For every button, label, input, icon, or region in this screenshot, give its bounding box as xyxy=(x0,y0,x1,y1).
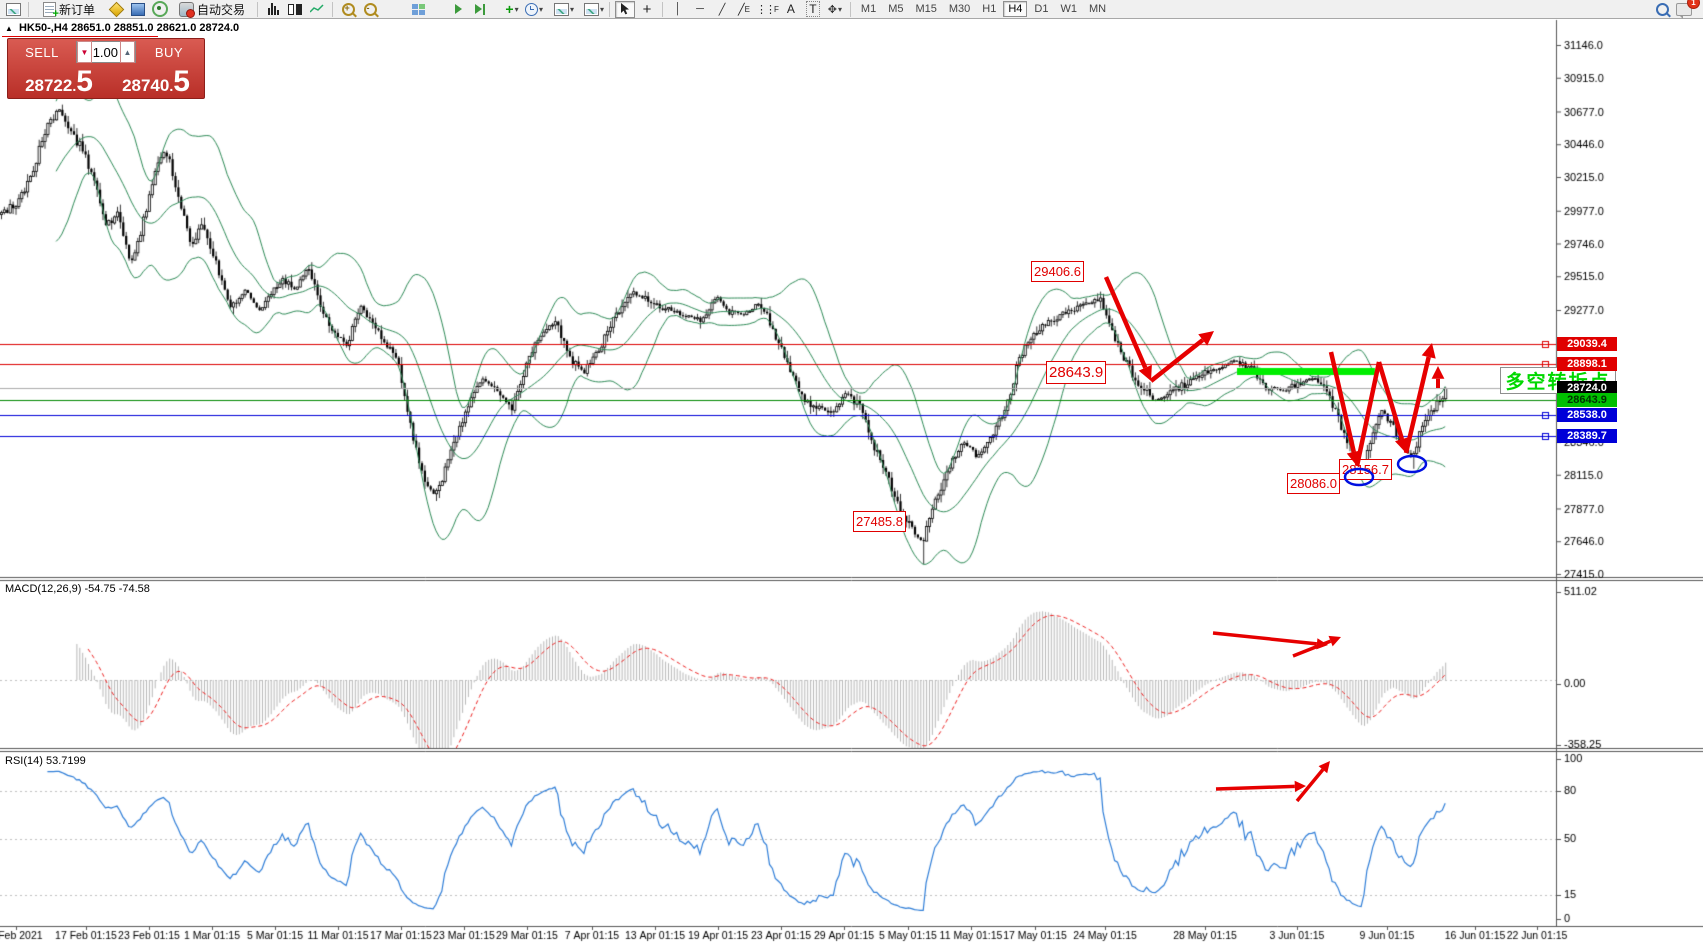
autotrading-button[interactable]: 自动交易 xyxy=(172,1,252,18)
price-badge: 28389.7 xyxy=(1557,429,1617,443)
tab-d1[interactable]: D1 xyxy=(1029,1,1053,17)
volume-input[interactable]: 1.00 xyxy=(92,45,120,60)
search-icon[interactable] xyxy=(1652,1,1672,18)
channel-letter: E xyxy=(745,5,750,14)
price-badge: 28538.0 xyxy=(1557,408,1617,422)
chevron-down-icon: ▾ xyxy=(515,5,519,14)
templates-icon[interactable]: ▾ xyxy=(584,1,604,18)
sell-button[interactable]: SELL xyxy=(8,39,76,65)
buy-price[interactable]: 28740.5 xyxy=(110,65,202,97)
symbol-period-label: HK50-,H4 xyxy=(19,22,68,34)
tab-mn[interactable]: MN xyxy=(1084,1,1111,17)
tab-w1[interactable]: W1 xyxy=(1055,1,1082,17)
bar-chart-icon[interactable] xyxy=(263,1,283,18)
zoom-out-icon[interactable]: - xyxy=(360,1,380,18)
title-underline xyxy=(2,36,158,37)
volume-up-button[interactable]: ▲ xyxy=(120,41,135,63)
data-window-icon[interactable] xyxy=(128,1,148,18)
autotrading-label: 自动交易 xyxy=(197,1,245,18)
fibonacci-tool[interactable]: ⋮⋮F xyxy=(756,1,779,18)
tab-h4[interactable]: H4 xyxy=(1003,1,1027,17)
tab-h1[interactable]: H1 xyxy=(977,1,1001,17)
fibo-letter: F xyxy=(774,5,779,14)
auto-scroll-icon[interactable] xyxy=(448,1,468,18)
tile-windows-icon[interactable] xyxy=(408,1,428,18)
autotrading-icon xyxy=(179,2,194,17)
metaeditor-icon[interactable] xyxy=(106,1,126,18)
toolbar-separator xyxy=(609,2,610,17)
price-annotation-box[interactable]: 28156.7 xyxy=(1339,459,1392,480)
notification-badge: 1 xyxy=(1687,0,1700,9)
sell-price-main: 28722 xyxy=(25,77,72,94)
channel-lines-icon: ╱ xyxy=(738,3,745,16)
collapse-triangle-icon[interactable]: ▲ xyxy=(5,24,13,33)
mt4-window: 29406.6 28643.9 27485.8 28086.028156.7 + 新订… xyxy=(0,0,1703,942)
toolbar-separator xyxy=(850,2,851,17)
line-chart-icon[interactable] xyxy=(307,1,327,18)
tab-m30[interactable]: M30 xyxy=(944,1,975,17)
toolbar-separator xyxy=(28,2,29,17)
new-order-label: 新订单 xyxy=(59,1,95,18)
macd-label: MACD(12,26,9) -54.75 -74.58 xyxy=(5,583,150,595)
candlestick-chart-icon[interactable] xyxy=(285,1,305,18)
buy-button[interactable]: BUY xyxy=(136,39,202,65)
volume-stepper: ▼ 1.00 ▲ xyxy=(76,41,136,63)
chart-title: ▲ HK50-,H4 28651.0 28851.0 28621.0 28724… xyxy=(5,22,239,34)
periods-icon[interactable]: ▾ xyxy=(524,1,544,18)
new-order-icon: + xyxy=(43,2,56,17)
arrows-tool[interactable]: ✥▾ xyxy=(825,1,845,18)
label-letter: T xyxy=(806,1,819,17)
vertical-line-tool[interactable]: │ xyxy=(668,1,688,18)
tab-m5[interactable]: M5 xyxy=(883,1,908,17)
price-annotation-box[interactable]: 28643.9 xyxy=(1046,361,1106,384)
price-annotation-box[interactable]: 29406.6 xyxy=(1031,261,1084,282)
sell-price-pips: 5 xyxy=(76,70,93,94)
price-badge: 28643.9 xyxy=(1557,393,1617,407)
tab-m1[interactable]: M1 xyxy=(856,1,881,17)
horizontal-line-tool[interactable]: ─ xyxy=(690,1,710,18)
text-letter: A xyxy=(787,2,795,16)
price-badge: 28898.1 xyxy=(1557,357,1617,371)
crosshair-tool[interactable]: + xyxy=(637,1,657,18)
signals-icon[interactable] xyxy=(150,1,170,18)
chevron-down-icon: ▾ xyxy=(539,5,543,14)
market-watch-icon[interactable] xyxy=(3,1,23,18)
text-label-tool[interactable]: T xyxy=(803,1,823,18)
chevron-down-icon: ▾ xyxy=(838,5,842,14)
chart-canvas[interactable] xyxy=(0,0,1703,942)
trendline-tool[interactable]: ╱ xyxy=(712,1,732,18)
top-toolbar: + 新订单 自动交易 + - +▾ ▾ ▾ ▾ + │ ─ ╱ ╱E ⋮⋮F A xyxy=(0,0,1703,19)
buy-price-pips: 5 xyxy=(173,70,190,94)
rsi-label: RSI(14) 53.7199 xyxy=(5,755,86,767)
profiles-icon[interactable]: ▾ xyxy=(554,1,574,18)
chevron-down-icon: ▾ xyxy=(570,5,574,14)
price-annotation-box[interactable]: 27485.8 xyxy=(853,511,906,532)
cursor-tool[interactable] xyxy=(615,1,635,18)
price-badge: 29039.4 xyxy=(1557,337,1617,351)
price-annotation-box[interactable]: 28086.0 xyxy=(1287,473,1340,494)
indicators-icon[interactable]: +▾ xyxy=(502,1,522,18)
one-click-trading-panel: SELL ▼ 1.00 ▲ BUY 28722.5 28740.5 xyxy=(7,38,205,99)
sell-price[interactable]: 28722.5 xyxy=(8,65,110,97)
buy-price-main: 28740 xyxy=(122,77,169,94)
tab-m15[interactable]: M15 xyxy=(910,1,941,17)
chat-icon[interactable]: 1 xyxy=(1674,1,1694,18)
chevron-down-icon: ▾ xyxy=(600,5,604,14)
toolbar-separator xyxy=(257,2,258,17)
new-order-button[interactable]: + 新订单 xyxy=(34,1,104,18)
toolbar-separator xyxy=(662,2,663,17)
volume-down-button[interactable]: ▼ xyxy=(77,41,92,63)
chart-shift-icon[interactable] xyxy=(470,1,490,18)
ohlc-values: 28651.0 28851.0 28621.0 28724.0 xyxy=(71,22,239,34)
toolbar-separator xyxy=(332,2,333,17)
arrows-icon: ✥ xyxy=(828,3,837,16)
zoom-in-icon[interactable]: + xyxy=(338,1,358,18)
text-tool[interactable]: A xyxy=(781,1,801,18)
equidistant-channel-tool[interactable]: ╱E xyxy=(734,1,754,18)
